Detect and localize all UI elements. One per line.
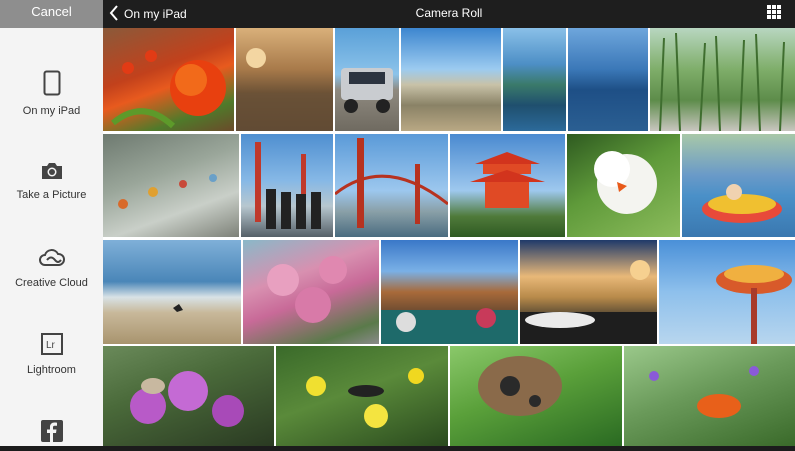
sidebar-item-label: Creative Cloud [15,277,88,289]
photo-thumbnail[interactable] [103,134,239,237]
top-navigation-bar: On my iPad Camera Roll [103,0,795,28]
photo-thumbnail[interactable] [450,346,622,446]
cancel-button[interactable]: Cancel [0,0,103,28]
photo-thumbnail[interactable] [659,240,795,344]
photo-thumbnail[interactable] [520,240,657,344]
sidebar-item-on-my-ipad[interactable]: On my iPad [0,70,103,117]
photo-thumbnail[interactable] [503,28,566,131]
sidebar-item-facebook[interactable] [0,420,103,451]
sidebar-item-label: Lightroom [27,364,76,376]
photo-thumbnail[interactable] [241,134,333,237]
photo-thumbnail[interactable] [103,240,241,344]
photo-thumbnail[interactable] [103,346,274,446]
photo-thumbnail[interactable] [276,346,448,446]
sidebar-item-label: Take a Picture [16,189,87,201]
svg-text:Lr: Lr [46,340,56,351]
sidebar-item-label: On my iPad [22,105,81,117]
photo-thumbnail[interactable] [401,28,501,131]
creative-cloud-icon [0,248,103,271]
photo-thumbnail[interactable] [650,28,795,131]
grid-icon[interactable] [767,5,781,19]
photo-thumbnail[interactable] [335,28,399,131]
ipad-icon [0,70,103,99]
sidebar-item-take-a-picture[interactable]: Take a Picture [0,162,103,201]
photo-thumbnail[interactable] [450,134,565,237]
photo-thumbnail[interactable] [381,240,518,344]
sidebar-item-lightroom[interactable]: Lr Lightroom [0,333,103,376]
photo-thumbnail[interactable] [335,134,448,237]
facebook-icon [0,420,103,445]
photo-thumbnail[interactable] [682,134,795,237]
photo-thumbnail[interactable] [103,28,234,131]
photo-thumbnail[interactable] [243,240,379,344]
photo-grid [103,28,795,446]
sidebar-item-creative-cloud[interactable]: Creative Cloud [0,248,103,289]
sidebar: Cancel On my iPad Take a Picture Creativ… [0,0,104,446]
photo-thumbnail[interactable] [568,28,648,131]
lightroom-icon: Lr [0,333,103,358]
photo-thumbnail[interactable] [567,134,680,237]
camera-icon [0,162,103,183]
photo-thumbnail[interactable] [624,346,795,446]
photo-thumbnail[interactable] [236,28,333,131]
page-title: Camera Roll [415,6,483,20]
